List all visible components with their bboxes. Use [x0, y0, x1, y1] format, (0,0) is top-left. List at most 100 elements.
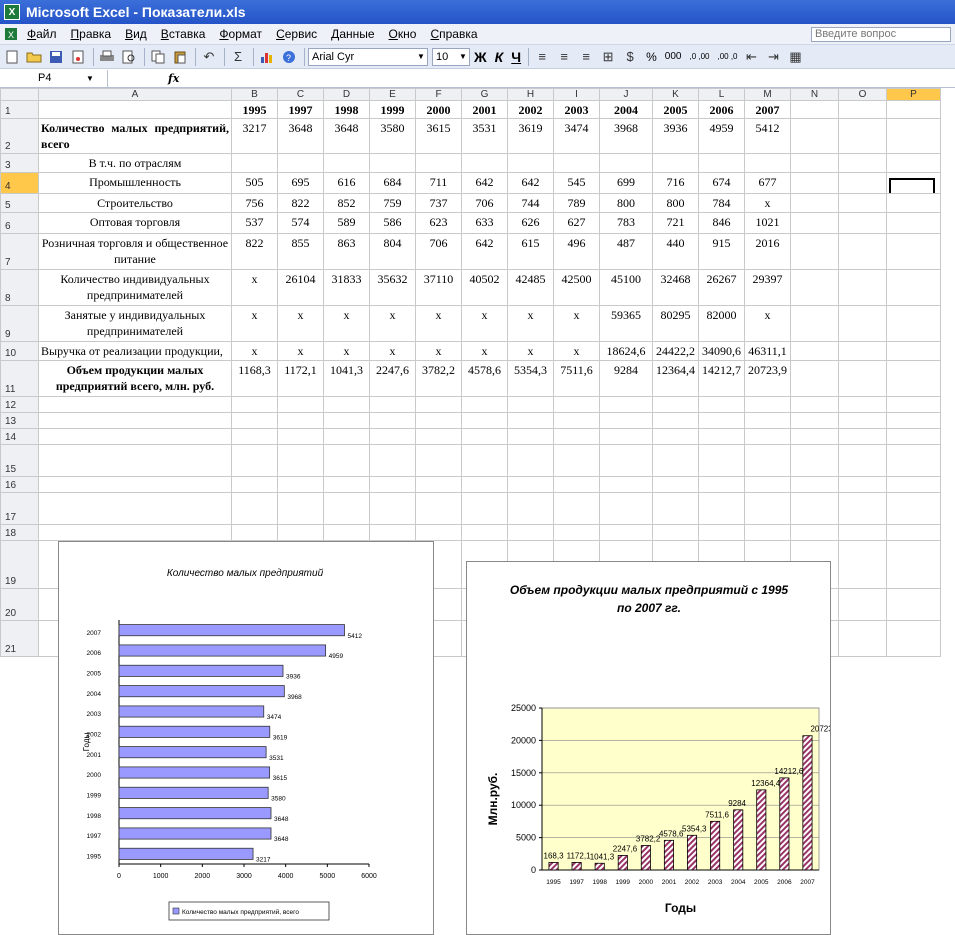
- cell-m5[interactable]: x: [744, 193, 791, 213]
- column-header-l[interactable]: L: [698, 88, 745, 101]
- row-header-19[interactable]: 19: [0, 540, 39, 589]
- cell-m3[interactable]: [744, 153, 791, 173]
- cell-i17[interactable]: [553, 492, 600, 525]
- cell-k6[interactable]: 721: [652, 212, 699, 234]
- cell-n3[interactable]: [790, 153, 839, 173]
- cell-g11[interactable]: 4578,6: [461, 360, 508, 397]
- cell-p14[interactable]: [886, 428, 941, 445]
- chart-production-volume[interactable]: Объем продукции малых предприятий с 1995…: [466, 561, 849, 935]
- cell-d16[interactable]: [323, 476, 370, 493]
- cell-f16[interactable]: [415, 476, 462, 493]
- menu-data[interactable]: Данные: [324, 27, 381, 41]
- cell-c5[interactable]: 822: [277, 193, 324, 213]
- cell-h13[interactable]: [507, 412, 554, 429]
- column-header-i[interactable]: I: [553, 88, 600, 101]
- cell-k9[interactable]: 80295: [652, 305, 699, 342]
- cell-a8[interactable]: Количество индивидуальных предпринимател…: [38, 269, 232, 306]
- cell-j10[interactable]: 18624,6: [599, 341, 653, 361]
- row-header-7[interactable]: 7: [0, 233, 39, 270]
- new-document-icon[interactable]: [2, 47, 22, 67]
- cell-o19[interactable]: [838, 540, 887, 589]
- cell-j7[interactable]: 487: [599, 233, 653, 270]
- increase-decimal-button[interactable]: ,0 ,00: [685, 52, 713, 61]
- row-header-16[interactable]: 16: [0, 476, 39, 493]
- cell-o16[interactable]: [838, 476, 887, 493]
- menu-view[interactable]: Вид: [118, 27, 154, 41]
- cell-f2[interactable]: 3615: [415, 118, 462, 154]
- cell-j3[interactable]: [599, 153, 653, 173]
- cell-b4[interactable]: 505: [231, 172, 278, 194]
- menu-tools[interactable]: Сервис: [269, 27, 324, 41]
- cell-b10[interactable]: x: [231, 341, 278, 361]
- cell-o6[interactable]: [838, 212, 887, 234]
- cell-k4[interactable]: 716: [652, 172, 699, 194]
- column-header-e[interactable]: E: [369, 88, 416, 101]
- cell-a3[interactable]: В т.ч. по отраслям: [38, 153, 232, 173]
- cell-c7[interactable]: 855: [277, 233, 324, 270]
- cell-j13[interactable]: [599, 412, 653, 429]
- row-header-6[interactable]: 6: [0, 212, 39, 234]
- cell-o13[interactable]: [838, 412, 887, 429]
- cell-d9[interactable]: x: [323, 305, 370, 342]
- cell-k14[interactable]: [652, 428, 699, 445]
- cell-m17[interactable]: [744, 492, 791, 525]
- cell-j12[interactable]: [599, 396, 653, 413]
- row-header-8[interactable]: 8: [0, 269, 39, 306]
- row-header-12[interactable]: 12: [0, 396, 39, 413]
- borders-icon[interactable]: ▦: [786, 47, 806, 67]
- cell-c12[interactable]: [277, 396, 324, 413]
- cell-i11[interactable]: 7511,6: [553, 360, 600, 397]
- cell-o21[interactable]: [838, 620, 887, 657]
- column-header-g[interactable]: G: [461, 88, 508, 101]
- cell-p19[interactable]: [886, 540, 941, 589]
- cell-g9[interactable]: x: [461, 305, 508, 342]
- cell-n10[interactable]: [790, 341, 839, 361]
- cell-b1[interactable]: 1995: [231, 100, 278, 119]
- cell-f14[interactable]: [415, 428, 462, 445]
- cell-g3[interactable]: [461, 153, 508, 173]
- cell-h14[interactable]: [507, 428, 554, 445]
- cell-o3[interactable]: [838, 153, 887, 173]
- cell-e8[interactable]: 35632: [369, 269, 416, 306]
- cell-d8[interactable]: 31833: [323, 269, 370, 306]
- cell-m15[interactable]: [744, 444, 791, 477]
- cell-h9[interactable]: x: [507, 305, 554, 342]
- cell-m10[interactable]: 46311,1: [744, 341, 791, 361]
- cell-i10[interactable]: x: [553, 341, 600, 361]
- cell-g2[interactable]: 3531: [461, 118, 508, 154]
- cell-i15[interactable]: [553, 444, 600, 477]
- cell-f4[interactable]: 711: [415, 172, 462, 194]
- align-center-icon[interactable]: ≡: [554, 47, 574, 67]
- cell-c13[interactable]: [277, 412, 324, 429]
- cell-j18[interactable]: [599, 524, 653, 541]
- decrease-indent-icon[interactable]: ⇤: [742, 47, 762, 67]
- cell-j11[interactable]: 9284: [599, 360, 653, 397]
- cell-d5[interactable]: 852: [323, 193, 370, 213]
- cell-p13[interactable]: [886, 412, 941, 429]
- row-header-9[interactable]: 9: [0, 305, 39, 342]
- cell-h1[interactable]: 2002: [507, 100, 554, 119]
- cell-l2[interactable]: 4959: [698, 118, 745, 154]
- cell-h10[interactable]: x: [507, 341, 554, 361]
- cell-c4[interactable]: 695: [277, 172, 324, 194]
- cell-n6[interactable]: [790, 212, 839, 234]
- open-folder-icon[interactable]: [24, 47, 44, 67]
- cell-m9[interactable]: x: [744, 305, 791, 342]
- cell-b11[interactable]: 1168,3: [231, 360, 278, 397]
- cell-e18[interactable]: [369, 524, 416, 541]
- row-header-4[interactable]: 4: [0, 172, 39, 194]
- cell-o17[interactable]: [838, 492, 887, 525]
- cell-i14[interactable]: [553, 428, 600, 445]
- cell-a5[interactable]: Строительство: [38, 193, 232, 213]
- underline-button[interactable]: Ч: [507, 49, 525, 65]
- cell-k2[interactable]: 3936: [652, 118, 699, 154]
- cell-j6[interactable]: 783: [599, 212, 653, 234]
- select-all-corner[interactable]: [0, 88, 39, 101]
- copy-icon[interactable]: [148, 47, 168, 67]
- cell-n1[interactable]: [790, 100, 839, 119]
- column-header-d[interactable]: D: [323, 88, 370, 101]
- cell-e1[interactable]: 1999: [369, 100, 416, 119]
- cell-n14[interactable]: [790, 428, 839, 445]
- cell-n11[interactable]: [790, 360, 839, 397]
- row-header-18[interactable]: 18: [0, 524, 39, 541]
